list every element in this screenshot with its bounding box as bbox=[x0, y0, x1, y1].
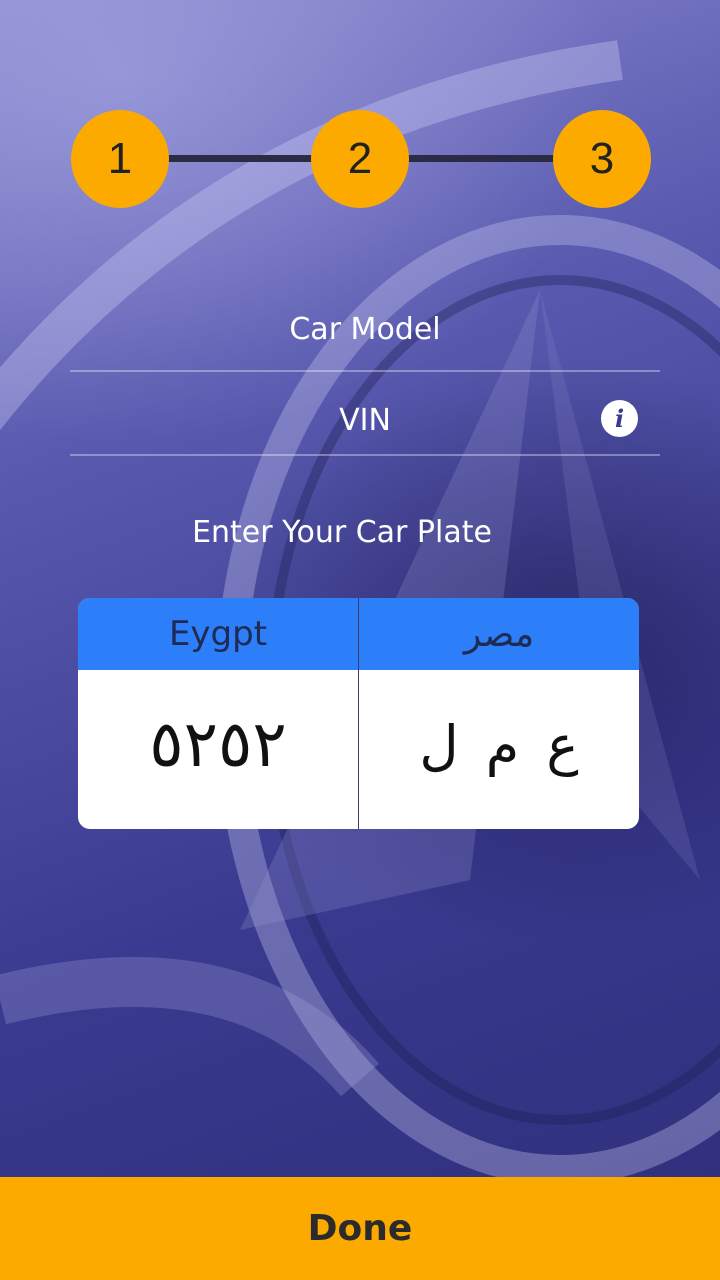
info-icon[interactable]: i bbox=[601, 400, 638, 437]
plate-number-input[interactable]: ٥٢٥٢ bbox=[78, 670, 358, 820]
progress-stepper: 1 2 3 bbox=[0, 0, 720, 220]
plate-letters-input[interactable]: ع م ل bbox=[359, 670, 639, 820]
done-button[interactable]: Done bbox=[0, 1177, 720, 1280]
car-model-field[interactable]: Car Model bbox=[70, 312, 660, 347]
step-1[interactable]: 1 bbox=[71, 110, 169, 208]
step-2[interactable]: 2 bbox=[311, 110, 409, 208]
plate-country-arabic: مصر bbox=[463, 613, 535, 655]
vin-field[interactable]: VIN bbox=[70, 403, 660, 438]
step-connector bbox=[406, 155, 556, 162]
step-connector bbox=[166, 155, 312, 162]
plate-country-english: Eygpt bbox=[168, 614, 268, 654]
license-plate[interactable]: Eygpt مصر ٥٢٥٢ ع م ل bbox=[78, 598, 639, 829]
car-model-underline bbox=[70, 370, 660, 372]
step-3[interactable]: 3 bbox=[553, 110, 651, 208]
vin-underline bbox=[70, 454, 660, 456]
plate-section-title: Enter Your Car Plate bbox=[192, 515, 492, 550]
